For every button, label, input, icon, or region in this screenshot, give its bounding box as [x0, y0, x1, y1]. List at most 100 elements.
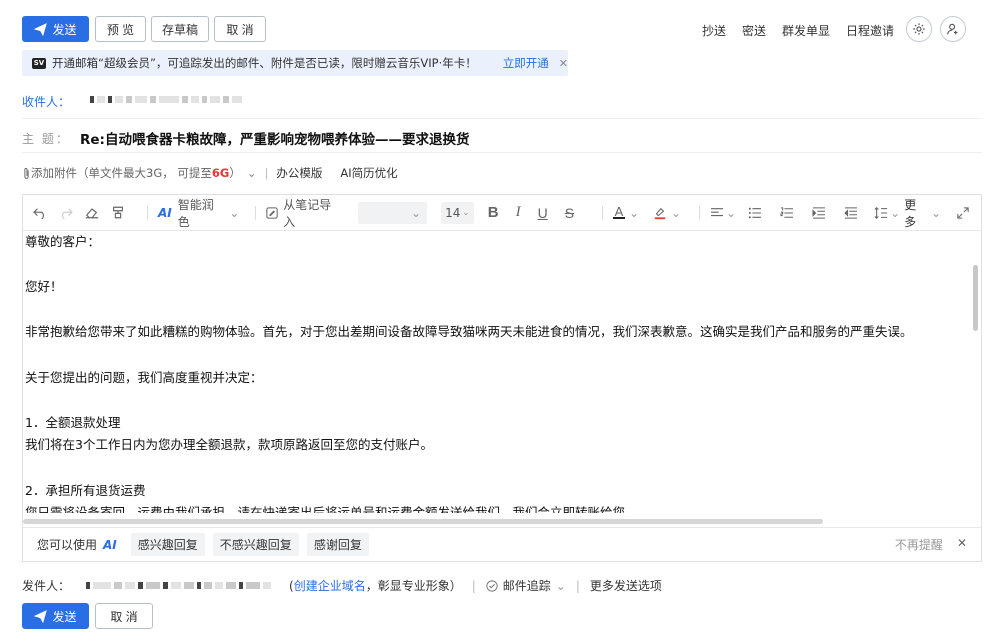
- attachment-max-size: 6G: [211, 166, 230, 180]
- send-label: 发送: [52, 22, 77, 37]
- fullscreen-icon[interactable]: [957, 206, 969, 219]
- office-template-link[interactable]: 办公模版: [276, 165, 322, 181]
- highlight-color-icon[interactable]: [653, 206, 667, 220]
- body-line: [25, 299, 973, 322]
- eraser-icon[interactable]: [85, 206, 99, 219]
- divider: [22, 152, 982, 153]
- chevron-down-icon[interactable]: ⌄: [931, 206, 941, 220]
- indent-icon[interactable]: [812, 206, 826, 219]
- mail-editor: AI 智能润色 ⌄ 从笔记导入 ⌄ 14 ⌄ B I U S A ⌄ ⌄ ⌄ ⌄ …: [22, 194, 982, 562]
- create-domain-link[interactable]: 创建企业域名: [294, 577, 366, 594]
- schedule-invite-link[interactable]: 日程邀请: [846, 22, 894, 39]
- format-painter-icon[interactable]: [111, 206, 125, 219]
- chevron-down-icon[interactable]: ⌄: [229, 206, 239, 220]
- email-body[interactable]: 尊敬的客户： 您好！ 非常抱歉给您带来了如此糟糕的购物体验。首先，对于您出差期间…: [23, 231, 973, 513]
- line-height-icon[interactable]: [874, 206, 888, 220]
- subject-input[interactable]: Re:自动喂食器卡粮故障，严重影响宠物喂养体验——要求退换货: [80, 128, 469, 148]
- chevron-down-icon[interactable]: ⌄: [890, 206, 900, 220]
- chevron-down-icon[interactable]: ⌄: [629, 206, 639, 220]
- not-interested-reply-chip[interactable]: 不感兴趣回复: [212, 533, 299, 556]
- body-line: 我们将在3个工作日内为您办理全额退款，款项原路返回至您的支付账户。: [25, 437, 433, 453]
- undo-icon[interactable]: [33, 207, 47, 219]
- vip-banner: SV 开通邮箱“超级会员”，可追踪发出的邮件、附件是否已读，限时赠云音乐VIP·…: [22, 50, 568, 76]
- underline-icon[interactable]: U: [538, 205, 548, 221]
- note-icon: [266, 206, 278, 219]
- ai-polish-button[interactable]: 智能润色: [178, 196, 224, 230]
- subject-label: 主 题：: [22, 132, 70, 146]
- vertical-scrollbar[interactable]: [973, 265, 978, 331]
- divider: [602, 205, 603, 220]
- send-button[interactable]: 发送: [22, 16, 89, 42]
- sender-address[interactable]: [86, 582, 272, 589]
- mail-tracking-toggle[interactable]: 邮件追踪: [503, 577, 551, 594]
- user-add-icon: [947, 23, 958, 35]
- cancel-button[interactable]: 取 消: [95, 603, 153, 629]
- recipient-field[interactable]: [90, 96, 242, 103]
- quick-reply-prefix: 您可以使用: [37, 538, 98, 552]
- chevron-down-icon[interactable]: ⌄: [671, 206, 681, 220]
- ai-resume-link[interactable]: AI简历优化: [340, 165, 397, 181]
- divider: [147, 205, 148, 220]
- divider: |: [264, 166, 269, 180]
- close-icon[interactable]: ✕: [559, 57, 568, 70]
- sender-row: 发件人： ( 创建企业域名 ，彰显专业形象） | 邮件追踪 ⌄ | 更多发送选项: [22, 577, 662, 594]
- add-contact-button[interactable]: [940, 16, 966, 42]
- chevron-down-icon[interactable]: ⌄: [556, 579, 566, 593]
- ai-icon: AI: [157, 205, 172, 220]
- outdent-icon[interactable]: [844, 206, 858, 219]
- banner-open-link[interactable]: 立即开通: [503, 55, 549, 71]
- body-line: 非常抱歉给您带来了如此糟糕的购物体验。首先，对于您出差期间设备故障导致猫咪两天未…: [25, 324, 913, 340]
- font-family-select[interactable]: ⌄: [358, 201, 428, 224]
- divider: |: [471, 578, 476, 593]
- gear-icon: [913, 23, 925, 35]
- body-line: [25, 254, 973, 277]
- cancel-button[interactable]: 取 消: [214, 16, 266, 42]
- body-line: [25, 389, 973, 412]
- paperclip-icon: [24, 167, 29, 179]
- chevron-down-icon[interactable]: ⌄: [726, 206, 736, 220]
- group-separate-link[interactable]: 群发单显: [782, 22, 830, 39]
- numbered-list-icon[interactable]: [780, 206, 794, 219]
- settings-button[interactable]: [906, 16, 932, 42]
- quick-reply-bar: 您可以使用 AI 感兴趣回复 不感兴趣回复 感谢回复 不再提醒 ✕: [23, 527, 981, 561]
- chevron-down-icon[interactable]: ⌄: [247, 166, 257, 180]
- strikethrough-icon[interactable]: S: [565, 205, 574, 221]
- font-size-select[interactable]: 14 ⌄: [441, 201, 474, 224]
- font-color-icon[interactable]: A: [612, 205, 625, 219]
- font-size-value: 14: [445, 205, 461, 220]
- bold-icon[interactable]: B: [488, 204, 499, 221]
- ai-icon: AI: [103, 537, 117, 552]
- body-line: 2．承担所有退货运费: [25, 482, 146, 498]
- more-send-options-link[interactable]: 更多发送选项: [590, 577, 662, 594]
- dismiss-link[interactable]: 不再提醒: [895, 536, 943, 553]
- horizontal-scrollbar[interactable]: [23, 519, 823, 524]
- editor-toolbar: AI 智能润色 ⌄ 从笔记导入 ⌄ 14 ⌄ B I U S A ⌄ ⌄ ⌄ ⌄ …: [23, 195, 981, 231]
- cc-link[interactable]: 抄送: [702, 22, 726, 39]
- body-line: 您只需将设备寄回，运费由我们承担。请在快递寄出后将运单号和运费金额发送给我们，我…: [25, 505, 626, 513]
- chevron-down-icon: ⌄: [462, 207, 470, 218]
- paper-plane-icon: [34, 22, 48, 36]
- bcc-link[interactable]: 密送: [742, 22, 766, 39]
- bullet-list-icon[interactable]: [748, 207, 762, 219]
- align-icon[interactable]: [710, 207, 724, 219]
- attachment-hint-end: ）: [229, 166, 241, 180]
- redo-icon[interactable]: [59, 207, 73, 219]
- thanks-reply-chip[interactable]: 感谢回复: [306, 533, 369, 556]
- interested-reply-chip[interactable]: 感兴趣回复: [130, 533, 205, 556]
- add-attachment-link[interactable]: 添加附件: [31, 165, 77, 181]
- chevron-down-icon: ⌄: [411, 205, 422, 220]
- send-button[interactable]: 发送: [22, 603, 89, 629]
- import-note-button[interactable]: 从笔记导入: [283, 196, 340, 230]
- divider: [22, 118, 982, 119]
- more-button[interactable]: 更多: [904, 196, 927, 230]
- create-domain-suffix: ，彰显专业形象）: [365, 579, 462, 593]
- attachment-hint: （单文件最大3G， 可提至: [77, 166, 212, 180]
- divider: [255, 205, 257, 220]
- svip-icon: SV: [32, 57, 46, 69]
- save-draft-button[interactable]: 存草稿: [151, 16, 209, 42]
- preview-button[interactable]: 预 览: [95, 16, 146, 42]
- check-circle-icon: [486, 579, 498, 592]
- close-icon[interactable]: ✕: [957, 536, 967, 553]
- italic-icon[interactable]: I: [516, 204, 521, 221]
- banner-text: 开通邮箱“超级会员”，可追踪发出的邮件、附件是否已读，限时赠云音乐VIP·年卡！: [52, 56, 477, 70]
